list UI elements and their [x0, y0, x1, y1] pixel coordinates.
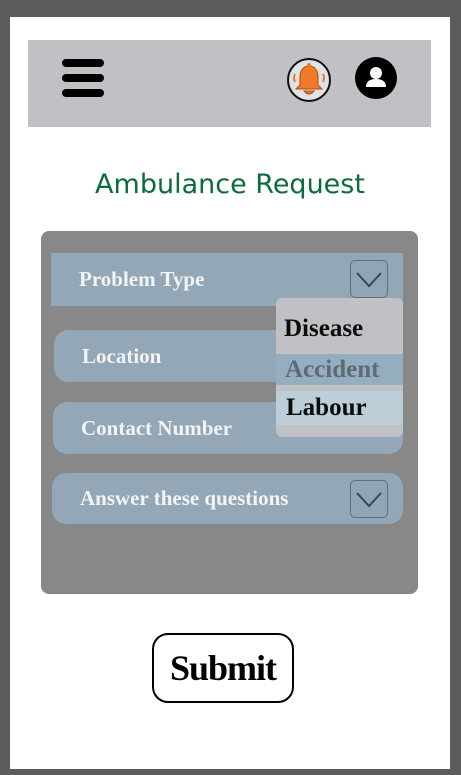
menu-bar-line	[62, 74, 104, 82]
menu-bar-line	[62, 89, 104, 97]
option-disease[interactable]: Disease	[276, 312, 403, 346]
chevron-down-icon	[356, 272, 382, 288]
questions-chevron[interactable]	[350, 480, 388, 518]
top-app-bar	[28, 40, 431, 127]
chevron-down-icon	[356, 492, 382, 508]
problem-type-label: Problem Type	[79, 267, 205, 291]
notification-button[interactable]	[287, 58, 331, 102]
contact-number-label: Contact Number	[81, 415, 233, 440]
submit-button[interactable]: Submit	[152, 633, 294, 703]
bell-icon	[293, 63, 325, 95]
menu-bar-line	[62, 59, 104, 67]
problem-type-options-menu: Disease Accident Labour	[276, 298, 403, 437]
questions-dropdown[interactable]: Answer these questions	[52, 473, 403, 524]
phone-screen: Ambulance Request Problem Type Location …	[10, 17, 450, 769]
profile-button[interactable]	[355, 57, 397, 99]
option-labour[interactable]: Labour	[276, 391, 403, 425]
problem-type-chevron[interactable]	[350, 260, 388, 298]
option-accident[interactable]: Accident	[276, 354, 403, 385]
user-account-icon	[366, 67, 386, 87]
location-label: Location	[82, 343, 162, 368]
hamburger-menu-icon[interactable]	[62, 59, 104, 99]
questions-label: Answer these questions	[80, 486, 289, 510]
page-title: Ambulance Request	[95, 169, 365, 200]
